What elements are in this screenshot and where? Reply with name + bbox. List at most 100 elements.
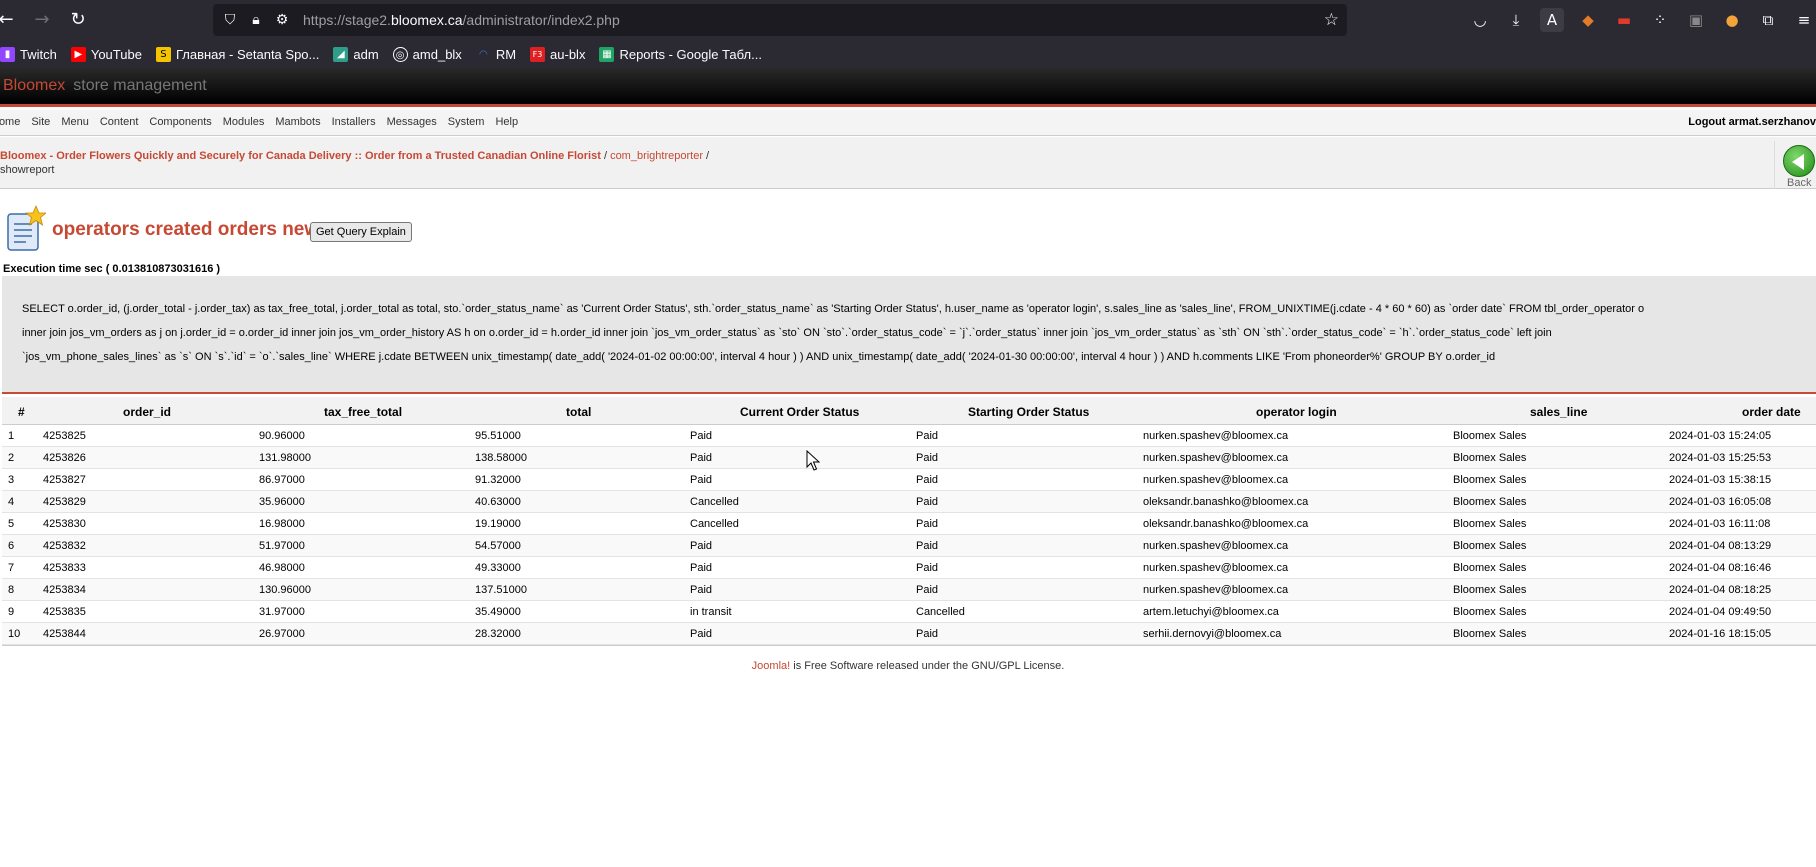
table-cell: Paid xyxy=(690,584,713,596)
bookmark-item[interactable]: S Главная - Setanta Spo... xyxy=(155,46,319,62)
bookmark-star-icon[interactable]: ☆ xyxy=(1324,10,1339,30)
table-cell: Cancelled xyxy=(690,496,739,508)
table-cell: 4253844 xyxy=(43,628,86,640)
menu-item-content[interactable]: Content xyxy=(100,116,139,128)
table-cell: nurken.spashev@bloomex.ca xyxy=(1143,584,1289,596)
admin-menu-bar: Home Site Menu Content Components Module… xyxy=(0,110,1816,136)
pocket-icon[interactable]: ◡ xyxy=(1468,8,1492,32)
table-cell: 4 xyxy=(8,496,15,508)
extension-tc-icon[interactable]: ▣ xyxy=(1684,8,1708,32)
bookmark-item[interactable]: ▮ Twitch xyxy=(0,46,57,62)
bookmark-item[interactable]: ◠ RM xyxy=(476,47,516,62)
back-arrow-icon[interactable]: ← xyxy=(0,8,18,32)
table-cell: 4253830 xyxy=(43,518,86,530)
sql-line: inner join jos_vm_orders as j on j.order… xyxy=(22,327,1552,339)
table-row: 10 4253844 26.97000 28.32000 Paid Paid serhii.… xyxy=(2,623,1816,645)
table-cell: in transit xyxy=(690,606,732,618)
table-row: 7 4253833 46.98000 49.33000 Paid Paid nurken.s… xyxy=(2,557,1816,579)
download-icon[interactable]: ⤓ xyxy=(1504,8,1528,32)
breadcrumb-task: showreport xyxy=(0,164,55,176)
shield-icon[interactable]: ⛉ xyxy=(221,11,239,29)
table-cell: 1 xyxy=(8,430,15,442)
menu-item-installers[interactable]: Installers xyxy=(332,116,376,128)
table-cell: Bloomex Sales xyxy=(1453,562,1527,574)
bookmark-item[interactable]: ◢ adm xyxy=(333,46,379,62)
permissions-icon[interactable]: ⚙ xyxy=(273,11,291,29)
column-header-total: total xyxy=(566,405,592,419)
table-cell: Cancelled xyxy=(690,518,739,530)
table-cell: Paid xyxy=(916,584,939,596)
table-cell: 35.49000 xyxy=(475,606,521,618)
menu-items: Home Site Menu Content Components Module… xyxy=(0,116,518,128)
table-cell: 4253833 xyxy=(43,562,86,574)
table-cell: 4253826 xyxy=(43,452,86,464)
address-bar[interactable]: ⛉ 🔒︎ ⚙ https://stage2.bloomex.ca/adminis… xyxy=(213,4,1347,36)
reload-icon[interactable]: ↻ xyxy=(66,8,90,32)
table-cell: 5 xyxy=(8,518,15,530)
rm-icon: ◠ xyxy=(478,48,488,60)
menu-item-home[interactable]: Home xyxy=(0,116,20,128)
admin-header: Bloomex store management xyxy=(0,68,1816,107)
table-cell: Paid xyxy=(690,452,713,464)
table-cell: 138.58000 xyxy=(475,452,527,464)
table-cell: Bloomex Sales xyxy=(1453,518,1527,530)
report-notepad-icon xyxy=(7,204,46,251)
extension-red-icon[interactable]: ▬ xyxy=(1612,8,1636,32)
bookmark-item[interactable]: ▶ YouTube xyxy=(70,46,142,62)
table-cell: 4253829 xyxy=(43,496,86,508)
forward-arrow-icon[interactable]: → xyxy=(30,8,54,32)
logout-link[interactable]: Logout armat.serzhanov xyxy=(1688,116,1816,128)
lock-icon[interactable]: 🔒︎ xyxy=(247,11,265,29)
menu-icon[interactable]: ≡ xyxy=(1792,8,1816,32)
bookmark-item[interactable]: F3 au-blx xyxy=(530,46,585,62)
bookmark-item[interactable]: ▦ Reports - Google Табл... xyxy=(599,46,762,62)
get-query-explain-button[interactable]: Get Query Explain xyxy=(310,222,412,242)
breadcrumb-component-link[interactable]: com_brightreporter xyxy=(610,150,703,162)
table-cell: nurken.spashev@bloomex.ca xyxy=(1143,562,1289,574)
menu-item-mambots[interactable]: Mambots xyxy=(275,116,320,128)
joomla-link[interactable]: Joomla! xyxy=(752,660,791,672)
table-cell: 4253827 xyxy=(43,474,86,486)
url-text[interactable]: https://stage2.bloomex.ca/administrator/… xyxy=(303,12,620,28)
menu-item-modules[interactable]: Modules xyxy=(223,116,265,128)
table-cell: Bloomex Sales xyxy=(1453,430,1527,442)
table-cell: 9 xyxy=(8,606,15,618)
table-cell: Paid xyxy=(690,628,713,640)
menu-item-help[interactable]: Help xyxy=(495,116,518,128)
back-arrow-icon xyxy=(1783,145,1815,177)
menu-item-messages[interactable]: Messages xyxy=(387,116,437,128)
table-row: 9 4253835 31.97000 35.49000 in transit Cancel… xyxy=(2,601,1816,623)
extension-fox-icon[interactable]: ● xyxy=(1720,8,1744,32)
brand-logo: Bloomex store management xyxy=(3,77,207,94)
table-cell: 51.97000 xyxy=(259,540,305,552)
extensions-puzzle-icon[interactable]: ⧉ xyxy=(1756,8,1780,32)
metamask-icon[interactable]: ◆ xyxy=(1576,8,1600,32)
table-cell: 131.98000 xyxy=(259,452,311,464)
table-cell: Bloomex Sales xyxy=(1453,474,1527,486)
menu-item-menu[interactable]: Menu xyxy=(61,116,89,128)
extension-dots-icon[interactable]: ⁘ xyxy=(1648,8,1672,32)
table-cell: 46.98000 xyxy=(259,562,305,574)
table-cell: 35.96000 xyxy=(259,496,305,508)
table-cell: Paid xyxy=(916,518,939,530)
menu-item-site[interactable]: Site xyxy=(31,116,50,128)
report-title: operators created orders new xyxy=(52,219,320,240)
table-cell: nurken.spashev@bloomex.ca xyxy=(1143,474,1289,486)
table-cell: 4253825 xyxy=(43,430,86,442)
table-row: 8 4253834 130.96000 137.51000 Paid Paid nurken… xyxy=(2,579,1816,601)
back-button[interactable]: Back xyxy=(1774,141,1816,189)
table-cell: oleksandr.banashko@bloomex.ca xyxy=(1143,496,1309,508)
table-body: 1 4253825 90.96000 95.51000 Paid Paid nurken.s… xyxy=(2,425,1816,646)
breadcrumb-site-link[interactable]: Bloomex - Order Flowers Quickly and Secu… xyxy=(0,150,601,162)
account-icon[interactable]: A xyxy=(1540,8,1564,32)
menu-item-components[interactable]: Components xyxy=(149,116,211,128)
bookmark-item[interactable]: ◎ amd_blx xyxy=(392,46,462,62)
table-cell: 2024-01-16 18:15:05 xyxy=(1669,628,1772,640)
menu-item-system[interactable]: System xyxy=(448,116,485,128)
table-cell: 2024-01-04 09:49:50 xyxy=(1669,606,1772,618)
browser-toolbar: ← → ↻ ⛉ 🔒︎ ⚙ https://stage2.bloomex.ca/a… xyxy=(0,0,1816,40)
table-cell: 4253832 xyxy=(43,540,86,552)
toolbar-icons: ◡ ⤓ A ◆ ▬ ⁘ ▣ ● ⧉ ≡ xyxy=(1468,8,1816,32)
table-cell: 2024-01-03 16:11:08 xyxy=(1669,518,1771,530)
table-row: 1 4253825 90.96000 95.51000 Paid Paid nurken.s… xyxy=(2,425,1816,447)
